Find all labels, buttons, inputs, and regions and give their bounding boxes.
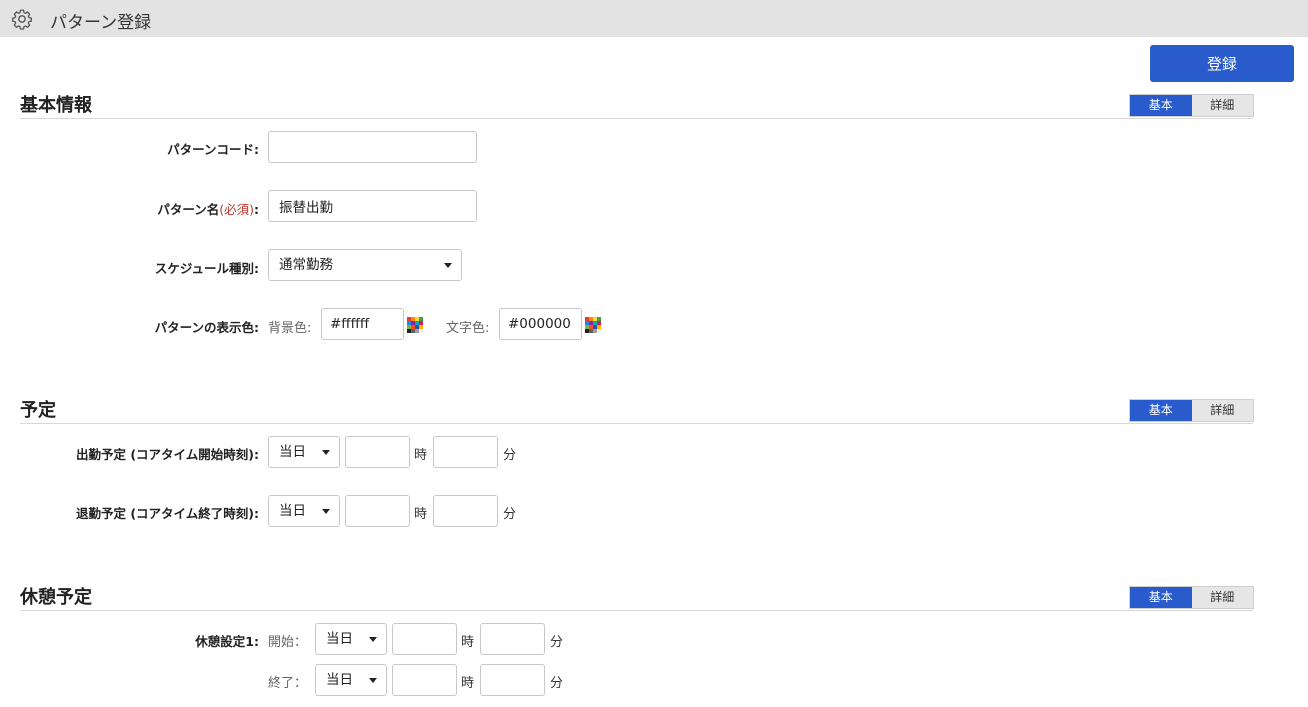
- chevron-down-icon: [369, 678, 377, 683]
- section-title-break: 休憩予定: [20, 587, 92, 608]
- clock-in-label: 出勤予定 (コアタイム開始時刻):: [75, 447, 259, 462]
- break-end-day-select[interactable]: 当日: [315, 664, 387, 696]
- break-start-minute-input[interactable]: [480, 623, 545, 655]
- break-end-label: 終了：: [268, 676, 308, 691]
- register-button[interactable]: 登録: [1150, 45, 1294, 82]
- gear-icon[interactable]: [11, 8, 33, 30]
- clock-out-label: 退勤予定 (コアタイム終了時刻):: [75, 506, 259, 521]
- section-divider: [20, 610, 1253, 611]
- bg-color-label: 背景色:: [268, 321, 312, 336]
- toggle-basic-button[interactable]: 基本: [1130, 400, 1192, 421]
- clock-out-minute-input[interactable]: [433, 495, 498, 527]
- fg-color-label: 文字色:: [446, 321, 490, 336]
- clock-in-day-value: 当日: [279, 444, 306, 460]
- schedule-type-select[interactable]: 通常勤務: [268, 249, 462, 281]
- chevron-down-icon: [322, 509, 330, 514]
- break-end-minute-input[interactable]: [480, 664, 545, 696]
- schedule-type-value: 通常勤務: [279, 257, 333, 273]
- pattern-code-input[interactable]: [268, 131, 477, 163]
- section-title-basic-info: 基本情報: [20, 95, 92, 116]
- break-start-day-value: 当日: [326, 631, 353, 647]
- toggle-basic-button[interactable]: 基本: [1130, 587, 1192, 608]
- break-start-label: 開始：: [268, 635, 308, 650]
- minute-unit: 分: [503, 448, 517, 463]
- required-marker: (必須): [219, 202, 254, 217]
- clock-out-day-value: 当日: [279, 503, 306, 519]
- chevron-down-icon: [369, 637, 377, 642]
- view-toggle-break: 基本 詳細: [1129, 586, 1254, 609]
- clock-out-hour-input[interactable]: [345, 495, 410, 527]
- page-title: パターン登録: [50, 13, 152, 33]
- chevron-down-icon: [322, 450, 330, 455]
- color-palette-icon[interactable]: [585, 317, 601, 333]
- clock-out-day-select[interactable]: 当日: [268, 495, 340, 527]
- hour-unit: 時: [414, 507, 428, 522]
- minute-unit: 分: [550, 676, 564, 691]
- clock-in-hour-input[interactable]: [345, 436, 410, 468]
- clock-in-minute-input[interactable]: [433, 436, 498, 468]
- minute-unit: 分: [503, 507, 517, 522]
- pattern-name-label: パターン名(必須):: [157, 202, 259, 217]
- toggle-detail-button[interactable]: 詳細: [1191, 400, 1253, 421]
- hour-unit: 時: [414, 448, 428, 463]
- hour-unit: 時: [461, 676, 475, 691]
- break-start-day-select[interactable]: 当日: [315, 623, 387, 655]
- display-color-label: パターンの表示色:: [154, 320, 259, 335]
- title-bar: パターン登録: [0, 0, 1308, 37]
- pattern-code-label: パターンコード:: [167, 142, 259, 157]
- color-palette-icon[interactable]: [407, 317, 423, 333]
- minute-unit: 分: [550, 635, 564, 650]
- pattern-name-input[interactable]: [268, 190, 477, 222]
- break-end-day-value: 当日: [326, 672, 353, 688]
- section-divider: [20, 118, 1253, 119]
- break-end-hour-input[interactable]: [392, 664, 457, 696]
- break-start-hour-input[interactable]: [392, 623, 457, 655]
- fg-color-input[interactable]: [499, 308, 582, 340]
- toggle-basic-button[interactable]: 基本: [1130, 95, 1192, 116]
- chevron-down-icon: [444, 263, 452, 268]
- section-title-schedule: 予定: [20, 400, 56, 421]
- hour-unit: 時: [461, 635, 475, 650]
- toggle-detail-button[interactable]: 詳細: [1191, 95, 1253, 116]
- bg-color-input[interactable]: [321, 308, 404, 340]
- clock-in-day-select[interactable]: 当日: [268, 436, 340, 468]
- section-divider: [20, 423, 1253, 424]
- view-toggle-basic-info: 基本 詳細: [1129, 94, 1254, 117]
- view-toggle-schedule: 基本 詳細: [1129, 399, 1254, 422]
- toggle-detail-button[interactable]: 詳細: [1191, 587, 1253, 608]
- schedule-type-label: スケジュール種別:: [154, 261, 259, 276]
- break-setting1-label: 休憩設定1:: [195, 634, 259, 649]
